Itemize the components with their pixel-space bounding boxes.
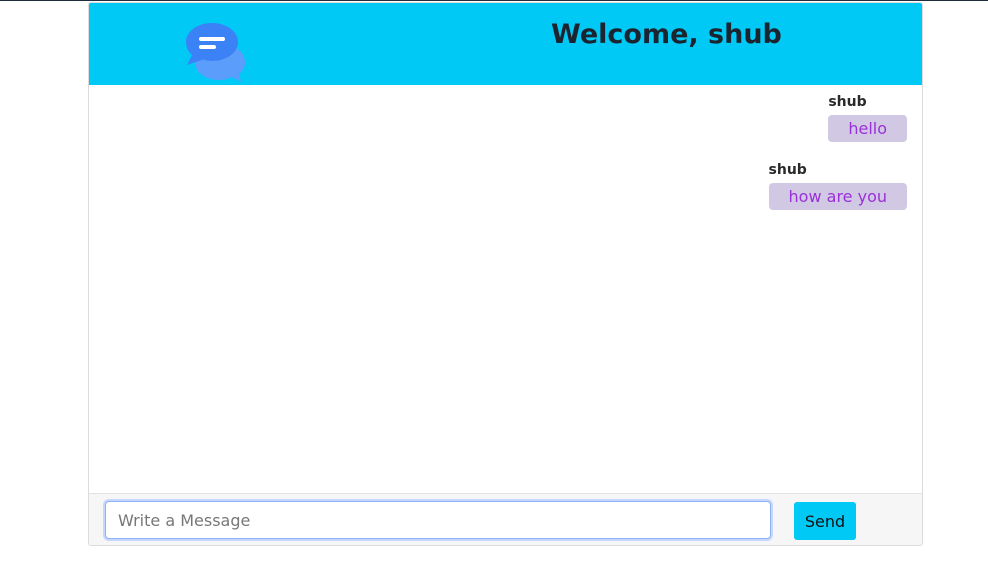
top-divider [0,0,988,1]
message-bubble: hello [828,115,907,142]
page-title: Welcome, shub [551,19,782,50]
message-composer: Send [89,493,922,545]
chat-window: Welcome, shub shub hello shub how are yo… [88,2,923,546]
chat-bubbles-icon [185,20,253,84]
message-input[interactable] [105,501,771,539]
message-item: shub how are you [768,161,907,210]
message-item: shub hello [828,93,907,142]
message-list: shub hello shub how are you [89,85,922,493]
send-button[interactable]: Send [794,502,856,540]
chat-header: Welcome, shub [89,3,922,85]
message-bubble: how are you [768,183,907,210]
message-author: shub [828,94,867,110]
message-author: shub [768,162,807,178]
